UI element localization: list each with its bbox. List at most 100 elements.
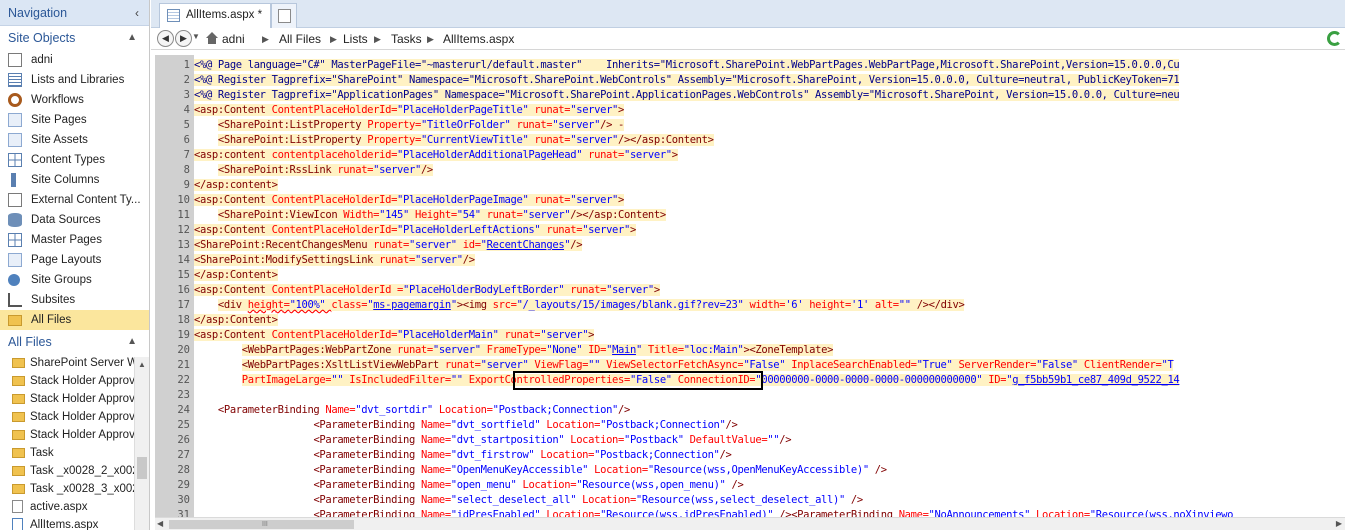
scroll-left-icon[interactable]: ◀ — [157, 519, 163, 528]
sidebar-item-external-content-ty[interactable]: External Content Ty... — [0, 190, 149, 210]
breadcrumb-current-file[interactable]: AllItems.aspx — [443, 28, 514, 50]
breadcrumb-separator-icon[interactable]: ▶ — [330, 28, 337, 50]
scrollbar-thumb[interactable]: III — [169, 520, 354, 529]
code-token: ><img — [456, 299, 493, 311]
breadcrumb-lists[interactable]: Lists — [343, 28, 368, 50]
all-files-list: SharePoint Server W Stack Holder Approv St… — [0, 354, 149, 530]
code-line: <ParameterBinding Name="dvt_sortfield" L… — [194, 418, 737, 433]
file-tree-item-label: Task _x0028_2_x0029 — [30, 465, 134, 477]
code-text-area[interactable]: <%@ Page language="C#" MasterPageFile="~… — [194, 55, 1345, 517]
file-tree-item[interactable]: Task _x0028_2_x0029 — [0, 462, 134, 480]
home-icon[interactable] — [206, 32, 218, 44]
scroll-up-icon[interactable]: ▲ — [138, 360, 146, 369]
sidebar-item-label: All Files — [31, 314, 72, 326]
file-tree-item[interactable]: Stack Holder Approv — [0, 408, 134, 426]
file-tree-item[interactable]: Task _x0028_3_x0029 — [0, 480, 134, 498]
history-dropdown-icon[interactable]: ▼ — [192, 32, 200, 41]
forward-button[interactable]: ▶ — [175, 30, 192, 47]
sidebar-item-label: Page Layouts — [31, 254, 102, 266]
sidebar-item-label: External Content Ty... — [31, 194, 141, 206]
folder-icon — [12, 430, 25, 440]
breadcrumb-tasks[interactable]: Tasks — [391, 28, 422, 50]
site-objects-toggle-icon[interactable]: ▲ — [127, 26, 137, 50]
code-token: Name= — [420, 434, 451, 446]
code-line: <SharePoint:ListProperty Property="Curre… — [194, 133, 714, 148]
breadcrumb-all-files[interactable]: All Files — [279, 28, 321, 50]
code-token: <SharePoint:ModifySettingsLink — [194, 254, 380, 266]
file-tree-item[interactable]: AllItems.aspx — [0, 516, 134, 530]
code-token: "" — [767, 434, 780, 446]
tab-allitems[interactable]: AllItems.aspx * — [159, 3, 272, 28]
code-token: <%@ Register Tagprefix="SharePoint" Name… — [194, 74, 1180, 86]
code-line: <asp:Content ContentPlaceHolderId="Place… — [194, 223, 636, 238]
sidebar-item-site-pages[interactable]: Site Pages — [0, 110, 149, 130]
sidebar-item-page-layouts[interactable]: Page Layouts — [0, 250, 149, 270]
editor-horizontal-scrollbar[interactable]: ◀ III ▶ — [155, 517, 1345, 530]
file-tree-item[interactable]: SharePoint Server W — [0, 354, 134, 372]
sidebar-item-adni[interactable]: adni — [0, 50, 149, 70]
line-number: 6 — [183, 134, 190, 146]
sidebar-item-workflows[interactable]: Workflows — [0, 90, 149, 110]
site-objects-header[interactable]: Site Objects ▲ — [0, 26, 149, 50]
code-token: Name= — [420, 449, 451, 461]
code-token: </asp:Content> — [194, 269, 278, 281]
code-token: > — [618, 194, 625, 206]
sidebar-item-subsites[interactable]: Subsites — [0, 290, 149, 310]
breadcrumb-separator-icon[interactable]: ▶ — [262, 28, 269, 50]
file-tree-item[interactable]: Stack Holder Approv — [0, 426, 134, 444]
folder-icon — [8, 315, 22, 326]
scroll-right-icon[interactable]: ▶ — [1336, 519, 1342, 528]
code-token: "PlaceHolderAdditionalPageHead" — [397, 149, 589, 161]
sidebar-item-data-sources[interactable]: Data Sources — [0, 210, 149, 230]
code-editor[interactable]: 1 2 3 4 5 6 7 8 9 10 11 12 13 14 15 16 17 18 19 20 21 22 23 24 2… — [155, 55, 1345, 517]
sidebar-item-all-files[interactable]: All Files — [0, 310, 149, 330]
sidebar-item-site-groups[interactable]: Site Groups — [0, 270, 149, 290]
sidebar-item-content-types[interactable]: Content Types — [0, 150, 149, 170]
file-tree-item[interactable]: Stack Holder Approv — [0, 372, 134, 390]
code-token: </asp:Content> — [194, 314, 278, 326]
new-tab-button[interactable] — [271, 3, 297, 28]
code-token: "Resource(wss,select_deselect_all)" — [635, 494, 851, 506]
file-tree-item-label: SharePoint Server W — [30, 357, 134, 369]
code-token: Name= — [420, 419, 451, 431]
code-token: "PlaceHolderPageImage" — [397, 194, 535, 206]
code-token: ><ZoneTemplate> — [743, 344, 834, 356]
refresh-icon[interactable] — [1327, 31, 1342, 46]
code-token: "dvt_sortdir" — [355, 404, 439, 416]
code-token: "" — [898, 299, 917, 311]
page-icon — [8, 113, 22, 127]
code-token: Width= — [343, 209, 380, 221]
code-token: Name= — [420, 509, 451, 517]
code-token: "145" — [379, 209, 415, 221]
code-line: <ParameterBinding Name="dvt_firstrow" Lo… — [194, 448, 731, 463]
code-token: <%@ Register Tagprefix="ApplicationPages… — [194, 89, 1180, 101]
column-icon — [11, 173, 16, 187]
sidebar-item-site-assets[interactable]: Site Assets — [0, 130, 149, 150]
all-files-scrollbar[interactable]: ▲ — [134, 357, 149, 530]
line-number: 2 — [183, 74, 190, 86]
code-token: runat= — [486, 209, 523, 221]
all-files-toggle-icon[interactable]: ▲ — [127, 330, 137, 354]
sidebar-item-lists-and-libraries[interactable]: Lists and Libraries — [0, 70, 149, 90]
code-token: Name= — [420, 494, 451, 506]
code-token: Name= — [420, 464, 451, 476]
all-files-header[interactable]: All Files ▲ — [0, 330, 149, 354]
breadcrumb-separator-icon[interactable]: ▶ — [374, 28, 381, 50]
code-token: "CurrentViewTitle" — [420, 134, 535, 146]
code-token: "open_menu" — [450, 479, 523, 491]
code-token: <ParameterBinding — [313, 434, 421, 446]
back-button[interactable]: ◀ — [157, 30, 174, 47]
collapse-pane-icon[interactable]: ‹ — [135, 0, 139, 26]
code-token: "54" — [456, 209, 487, 221]
sidebar-item-master-pages[interactable]: Master Pages — [0, 230, 149, 250]
breadcrumb-separator-icon[interactable]: ▶ — [427, 28, 434, 50]
sidebar-item-site-columns[interactable]: Site Columns — [0, 170, 149, 190]
file-tree-item[interactable]: active.aspx — [0, 498, 134, 516]
scrollbar-thumb[interactable] — [137, 457, 147, 479]
file-tree-item[interactable]: Task — [0, 444, 134, 462]
file-tree-item[interactable]: Stack Holder Approv — [0, 390, 134, 408]
breadcrumb-site[interactable]: adni — [222, 28, 245, 50]
